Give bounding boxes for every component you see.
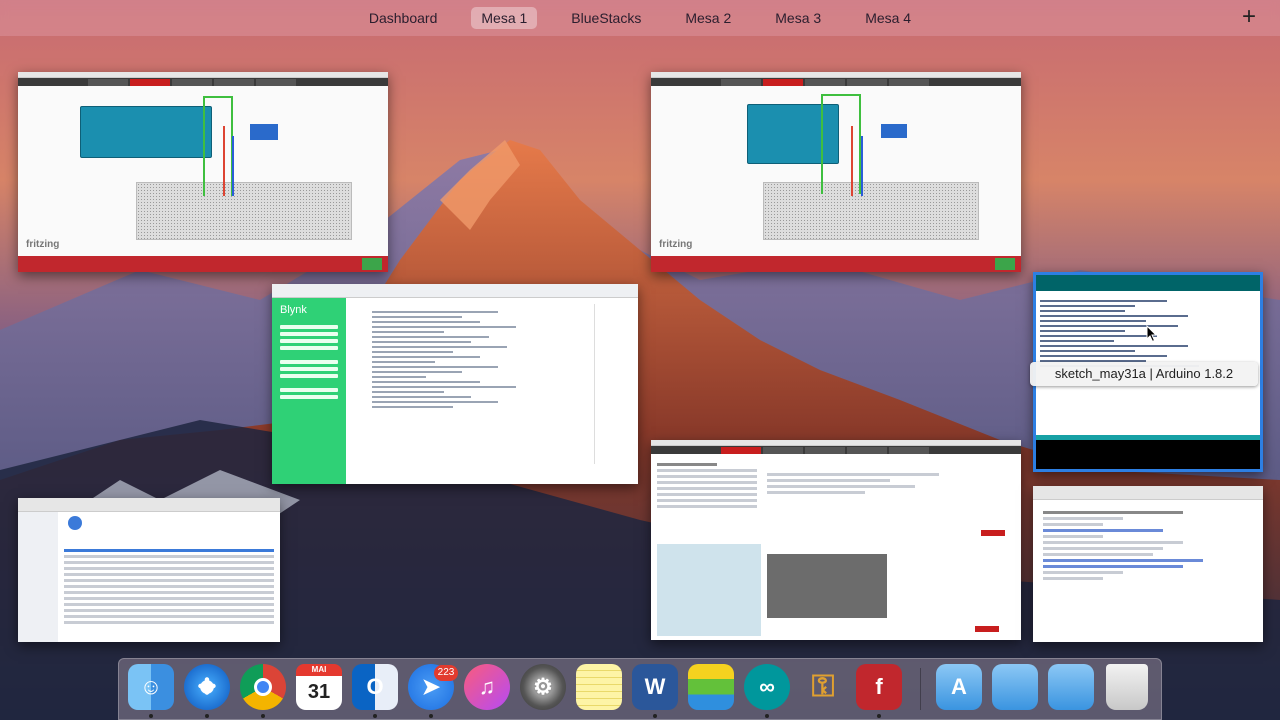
browser-toolbar [272,284,638,298]
outlook-icon[interactable]: O [352,664,398,710]
file-list [64,546,274,627]
running-indicator [653,714,657,718]
fritzing-logo: fritzing [26,239,60,250]
fritzing-footer [651,256,1021,272]
window-titlebar [1033,486,1263,500]
running-indicator [205,714,209,718]
fritzing-news-button[interactable] [981,530,1005,536]
space-dashboard[interactable]: Dashboard [359,7,448,29]
mail-body [1043,508,1243,583]
tip-of-the-day [657,544,761,636]
keychain-icon[interactable]: ⚿ [800,664,846,710]
arduino-icon[interactable]: ∞ [744,664,790,710]
space-mesa-4[interactable]: Mesa 4 [855,7,921,29]
example-code [372,308,552,411]
running-indicator [877,714,881,718]
add-space-button[interactable]: + [1242,5,1256,29]
fritzing-tabs [651,446,1021,454]
finder-sidebar [18,512,58,642]
fritzing-logo: fritzing [659,239,693,250]
applications-folder-icon[interactable]: A [936,664,982,710]
routing-status-button[interactable] [995,258,1015,270]
mail-badge: 223 [434,665,458,681]
calendar-icon[interactable]: MAI 31 [296,664,342,710]
bluetooth-module [881,124,907,138]
fritzing-window-1[interactable]: fritzing [18,72,388,272]
notes-icon[interactable] [576,664,622,710]
arduino-code [1040,297,1252,425]
running-indicator [261,714,265,718]
space-mesa-3[interactable]: Mesa 3 [765,7,831,29]
arduino-board [80,106,212,158]
arduino-toolbar [1036,275,1260,291]
subscribe-button[interactable] [975,626,999,632]
dock-separator [920,668,921,710]
system-preferences-icon[interactable]: ⚙ [520,664,566,710]
fritzing-tabs [651,78,1021,86]
fritzing-canvas [18,86,388,256]
space-mesa-1[interactable]: Mesa 1 [471,7,538,29]
safari-icon[interactable]: ✢ [184,664,230,710]
running-indicator [429,714,433,718]
recent-sketches [657,460,757,550]
fritzing-footer [18,256,388,272]
downloads-folder-icon[interactable] [1048,664,1094,710]
finder-icon[interactable]: ☺ [128,664,174,710]
calendar-month: MAI [296,664,342,676]
calendar-day: 31 [307,680,331,703]
fritzing-welcome-window[interactable] [651,440,1021,640]
arduino-console [1036,435,1260,469]
fritzing-canvas [651,86,1021,256]
chrome-icon[interactable] [240,664,286,710]
running-indicator [765,714,769,718]
itunes-icon[interactable]: ♫ [464,664,510,710]
blynk-sidebar: Blynk [272,298,346,484]
mail-window[interactable] [1033,486,1263,642]
file-icon [68,516,82,530]
space-mesa-2[interactable]: Mesa 2 [675,7,741,29]
fab-image [767,554,887,618]
running-indicator [149,714,153,718]
mouse-cursor-icon [1146,325,1158,343]
bluetooth-module [250,124,278,140]
trash-icon[interactable] [1106,664,1148,710]
space-bluestacks[interactable]: BlueStacks [561,7,651,29]
fritzing-icon[interactable]: f [856,664,902,710]
chrome-blynk-window[interactable]: Blynk [272,284,638,484]
window-title-label: sketch_may31a | Arduino 1.8.2 [1030,362,1258,386]
fritzing-tabs [18,78,388,86]
routing-status-button[interactable] [362,258,382,270]
documents-folder-icon[interactable] [992,664,1038,710]
finder-window[interactable] [18,498,280,642]
bluestacks-icon[interactable] [688,664,734,710]
blynk-logo: Blynk [280,304,307,316]
running-indicator [373,714,377,718]
blynk-right-panel [594,304,634,464]
spaces-bar: Dashboard Mesa 1 BlueStacks Mesa 2 Mesa … [0,0,1280,36]
fritzing-window-2[interactable]: fritzing [651,72,1021,272]
word-icon[interactable]: W [632,664,678,710]
blog-posts [767,470,1013,536]
window-titlebar [18,498,280,512]
